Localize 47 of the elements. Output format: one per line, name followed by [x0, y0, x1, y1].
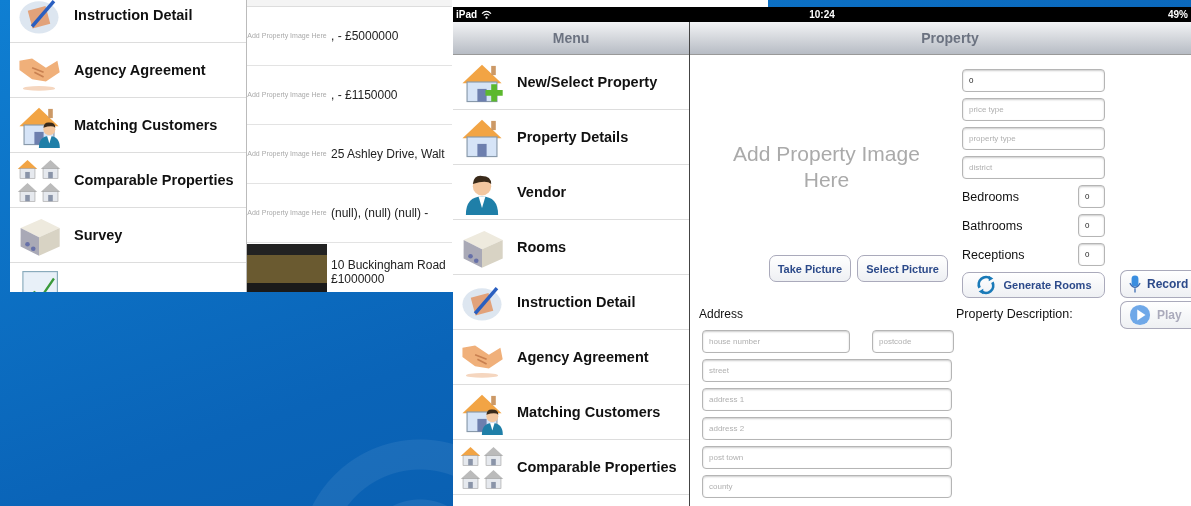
device-name: iPad — [456, 9, 478, 20]
count-field[interactable]: 0 — [1078, 185, 1105, 208]
input-field[interactable]: district — [962, 156, 1105, 179]
input-field[interactable]: county — [702, 475, 952, 498]
input-field[interactable]: house number — [702, 330, 850, 353]
price-field[interactable]: 0 — [962, 69, 1105, 92]
description-label: Property Description: — [956, 307, 1074, 323]
property-list-item[interactable]: 10 Buckingham Road £1000000 — [247, 243, 452, 292]
menu-item[interactable]: Comparable Properties — [517, 459, 677, 475]
clock: 10:24 — [809, 9, 835, 20]
menu-item[interactable]: Comparable Properties — [74, 172, 234, 188]
input-field[interactable]: postcode — [872, 330, 954, 353]
menu-item[interactable]: Instruction Detail — [517, 294, 636, 310]
property-summary: , - £1150000 — [331, 88, 398, 102]
property-title: Property — [921, 30, 979, 46]
count-label: Receptions — [962, 247, 1025, 262]
input-field[interactable]: street — [702, 359, 952, 382]
record-button[interactable]: Record — [1120, 270, 1191, 298]
property-summary: (null), (null) (null) - — [331, 206, 429, 220]
image-placeholder-text: Add Property Image Here — [732, 141, 921, 193]
count-label: Bedrooms — [962, 189, 1019, 204]
menu-item[interactable]: Vendor — [517, 184, 567, 200]
menu-item[interactable]: Matching Customers — [517, 404, 661, 420]
menu-item[interactable]: Agency Agreement — [517, 349, 649, 365]
generate-rooms-button[interactable]: Generate Rooms — [962, 272, 1105, 298]
menu-item[interactable]: Survey — [74, 227, 123, 243]
menu-item[interactable]: Agency Agreement — [74, 62, 206, 78]
property-summary: , - £5000000 — [331, 29, 399, 43]
picture-button[interactable]: Take Picture — [768, 255, 852, 282]
menu-item[interactable]: Rooms — [517, 239, 567, 255]
count-field[interactable]: 0 — [1078, 214, 1105, 237]
property-summary: 25 Ashley Drive, Walt — [331, 147, 445, 161]
menu-item[interactable]: New/Select Property — [517, 74, 658, 90]
input-field[interactable]: address 2 — [702, 417, 952, 440]
input-field[interactable]: address 1 — [702, 388, 952, 411]
address-label: Address — [699, 307, 745, 321]
menu-item[interactable]: Instruction Detail — [74, 7, 193, 23]
menu-title: Menu — [552, 30, 590, 46]
menu-item[interactable]: Matching Customers — [74, 117, 218, 133]
property-summary: 10 Buckingham Road £1000000 — [331, 258, 446, 286]
input-field[interactable]: price type — [962, 98, 1105, 121]
count-label: Bathrooms — [962, 218, 1023, 233]
menu-item[interactable]: Property Details — [517, 129, 629, 145]
picture-button[interactable]: Select Picture — [857, 255, 948, 282]
input-field[interactable]: property type — [962, 127, 1105, 150]
battery-level: 49% — [1167, 9, 1188, 20]
count-field[interactable]: 0 — [1078, 243, 1105, 266]
